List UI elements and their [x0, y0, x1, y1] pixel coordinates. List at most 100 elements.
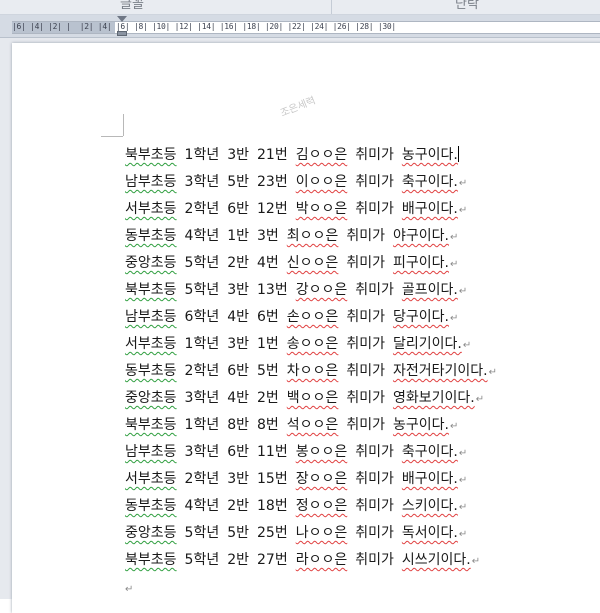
- paragraph-mark: ↵: [458, 205, 468, 216]
- word-hobby: 독서이다.: [401, 525, 458, 541]
- word-grade: 2학년: [184, 471, 220, 487]
- word-verb: 취미가: [355, 552, 394, 568]
- word-cls: 2반: [227, 552, 249, 568]
- word-cls: 5반: [227, 525, 249, 541]
- word-verb: 취미가: [355, 471, 394, 487]
- word-name: 박ㅇㅇ은: [295, 201, 348, 217]
- word-grade: 4학년: [184, 498, 220, 514]
- paragraph-mark: ↵: [449, 259, 459, 270]
- word-school: 북부초등: [125, 552, 177, 568]
- text-line[interactable]: 동부초등 4학년 2반 18번 정ㅇㅇ은 취미가 스키이다.↵: [125, 493, 600, 520]
- text-line[interactable]: 서부초등 2학년 6반 12번 박ㅇㅇ은 취미가 배구이다.↵: [125, 196, 600, 223]
- word-name: 나ㅇㅇ은: [295, 525, 348, 541]
- word-num: 5번: [257, 363, 279, 379]
- word-name: 강ㅇㅇ은: [295, 282, 348, 298]
- word-verb: 취미가: [355, 525, 394, 541]
- word-num: 13번: [257, 282, 288, 298]
- word-num: 8번: [257, 417, 279, 433]
- word-cls: 4반: [227, 390, 249, 406]
- word-grade: 1학년: [184, 336, 220, 352]
- word-name: 라ㅇㅇ은: [295, 552, 348, 568]
- text-line[interactable]: 중앙초등 5학년 2반 4번 신ㅇㅇ은 취미가 피구이다.↵: [125, 250, 600, 277]
- first-line-indent-marker[interactable]: [117, 16, 127, 22]
- text-line[interactable]: 중앙초등 5학년 5반 25번 나ㅇㅇ은 취미가 독서이다.↵: [125, 520, 600, 547]
- text-line[interactable]: 남부초등 3학년 5반 23번 이ㅇㅇ은 취미가 축구이다.↵: [125, 169, 600, 196]
- document-body[interactable]: 북부초등 1학년 3반 21번 김ㅇㅇ은 취미가 농구이다. 남부초등 3학년 5반 23번 이ㅇㅇ은…: [125, 142, 600, 574]
- text-line[interactable]: 중앙초등 3학년 4반 2번 백ㅇㅇ은 취미가 영화보기이다.↵: [125, 385, 600, 412]
- paragraph-mark: ↵: [449, 421, 459, 432]
- word-cls: 6반: [227, 444, 249, 460]
- word-cls: 3반: [227, 471, 249, 487]
- paragraph-mark: ↵: [471, 556, 481, 567]
- word-num: 25번: [257, 525, 288, 541]
- text-line[interactable]: 북부초등 5학년 2반 27번 라ㅇㅇ은 취미가 시쓰기이다.↵: [125, 547, 600, 574]
- word-grade: 5학년: [184, 255, 220, 271]
- word-school: 중앙초등: [125, 390, 177, 406]
- word-num: 6번: [257, 309, 279, 325]
- word-school: 남부초등: [125, 309, 177, 325]
- text-line[interactable]: 남부초등 3학년 6반 11번 봉ㅇㅇ은 취미가 축구이다.↵: [125, 439, 600, 466]
- text-line[interactable]: 서부초등 2학년 3반 15번 장ㅇㅇ은 취미가 배구이다.↵: [125, 466, 600, 493]
- text-line[interactable]: 북부초등 1학년 3반 21번 김ㅇㅇ은 취미가 농구이다.: [125, 142, 600, 169]
- word-school: 중앙초등: [125, 525, 177, 541]
- word-name: 봉ㅇㅇ은: [295, 444, 348, 460]
- word-school: 서부초등: [125, 471, 177, 487]
- word-hobby: 당구이다.: [392, 309, 449, 325]
- word-school: 중앙초등: [125, 255, 177, 271]
- word-grade: 5학년: [184, 525, 220, 541]
- paragraph-mark: ↵: [449, 313, 459, 324]
- ribbon-group-bar: 글꼴 단락: [0, 0, 600, 15]
- text-boundary-corner: [101, 136, 123, 137]
- left-indent-marker[interactable]: [117, 31, 127, 36]
- word-name: 정ㅇㅇ은: [295, 498, 348, 514]
- text-line[interactable]: 남부초등 6학년 4반 6번 손ㅇㅇ은 취미가 당구이다.↵: [125, 304, 600, 331]
- word-hobby: 자전거타기이다.: [392, 363, 488, 379]
- ruler-numbers: |6| |4| |2| | |2| |4| |6| |8| |10| |12| …: [12, 22, 396, 31]
- paragraph-mark: ↵: [475, 394, 485, 405]
- text-line[interactable]: 북부초등 1학년 8반 8번 석ㅇㅇ은 취미가 농구이다.↵: [125, 412, 600, 439]
- word-num: 18번: [257, 498, 288, 514]
- word-hobby: 축구이다.: [401, 174, 458, 190]
- word-hobby: 농구이다.: [401, 147, 458, 163]
- word-cls: 1반: [227, 228, 249, 244]
- word-verb: 취미가: [346, 417, 385, 433]
- word-name: 차ㅇㅇ은: [286, 363, 339, 379]
- word-cls: 3반: [227, 282, 249, 298]
- word-grade: 6학년: [184, 309, 220, 325]
- text-line[interactable]: 동부초등 4학년 1반 3번 최ㅇㅇ은 취미가 야구이다.↵: [125, 223, 600, 250]
- word-school: 서부초등: [125, 336, 177, 352]
- word-cls: 8반: [227, 417, 249, 433]
- word-name: 장ㅇㅇ은: [295, 471, 348, 487]
- paragraph-mark: ↵: [458, 286, 468, 297]
- word-hobby: 시쓰기이다.: [401, 552, 471, 568]
- word-hobby: 축구이다.: [401, 444, 458, 460]
- word-verb: 취미가: [355, 282, 394, 298]
- word-num: 1번: [257, 336, 279, 352]
- word-hobby: 달리기이다.: [392, 336, 462, 352]
- word-cls: 2반: [227, 255, 249, 271]
- word-name: 백ㅇㅇ은: [286, 390, 339, 406]
- word-hobby: 피구이다.: [392, 255, 449, 271]
- word-name: 김ㅇㅇ은: [295, 147, 348, 163]
- word-num: 2번: [257, 390, 279, 406]
- word-cls: 2반: [227, 498, 249, 514]
- text-line[interactable]: 서부초등 1학년 3반 1번 송ㅇㅇ은 취미가 달리기이다.↵: [125, 331, 600, 358]
- word-num: 11번: [257, 444, 288, 460]
- word-verb: 취미가: [346, 363, 385, 379]
- word-verb: 취미가: [355, 498, 394, 514]
- word-cls: 6반: [227, 363, 249, 379]
- word-grade: 3학년: [184, 444, 220, 460]
- horizontal-ruler[interactable]: |6| |4| |2| | |2| |4| |6| |8| |10| |12| …: [0, 15, 600, 38]
- word-hobby: 영화보기이다.: [392, 390, 475, 406]
- word-school: 동부초등: [125, 228, 177, 244]
- text-cursor: [457, 146, 459, 162]
- text-line[interactable]: 북부초등 5학년 3반 13번 강ㅇㅇ은 취미가 골프이다.↵: [125, 277, 600, 304]
- word-verb: 취미가: [355, 147, 394, 163]
- word-grade: 5학년: [184, 282, 220, 298]
- ribbon-separator: [331, 0, 332, 14]
- word-num: 27번: [257, 552, 288, 568]
- word-verb: 취미가: [346, 309, 385, 325]
- word-name: 송ㅇㅇ은: [286, 336, 339, 352]
- paragraph-mark: ↵: [458, 448, 468, 459]
- text-line[interactable]: 동부초등 2학년 6반 5번 차ㅇㅇ은 취미가 자전거타기이다.↵: [125, 358, 600, 385]
